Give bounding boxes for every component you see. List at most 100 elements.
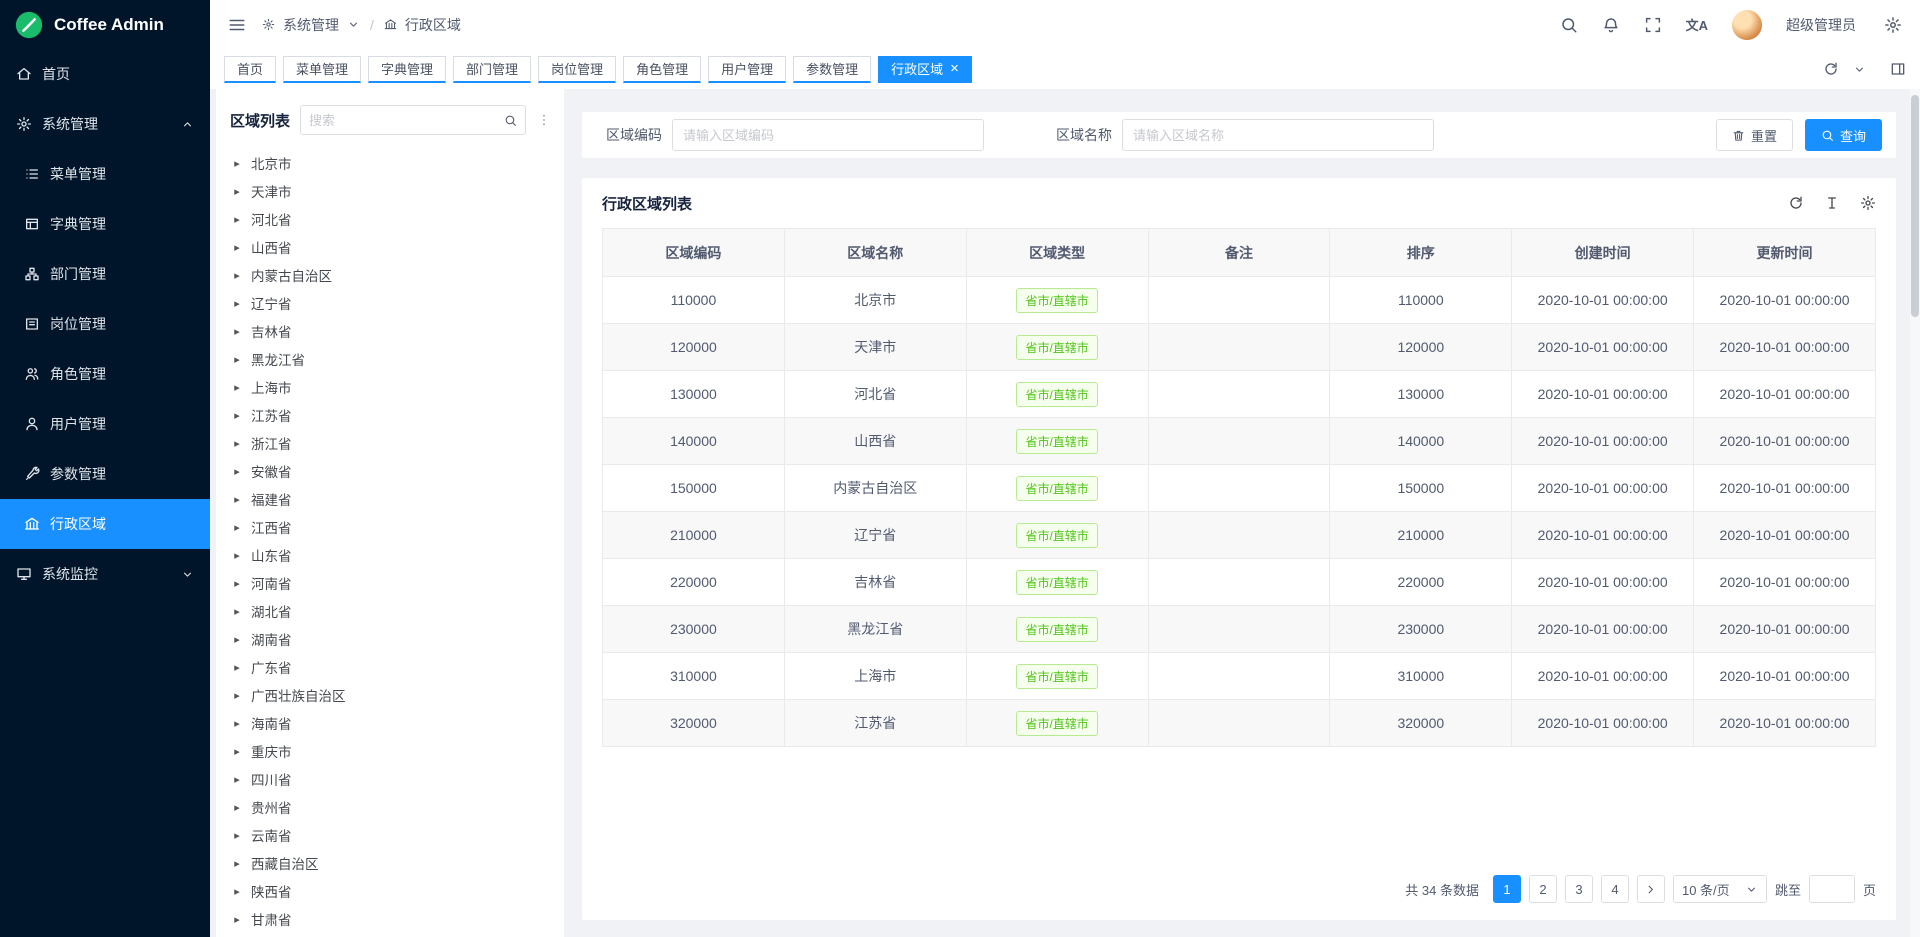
tree-item[interactable]: ▸海南省 — [216, 709, 564, 737]
tree-item[interactable]: ▸广西壮族自治区 — [216, 681, 564, 709]
logo[interactable]: Coffee Admin — [0, 0, 210, 49]
caret-right-icon[interactable]: ▸ — [232, 381, 242, 394]
tree-item[interactable]: ▸浙江省 — [216, 429, 564, 457]
tree-item[interactable]: ▸山东省 — [216, 541, 564, 569]
tab-1[interactable]: 菜单管理 — [283, 56, 361, 83]
sidebar-item-2[interactable]: 部门管理 — [0, 249, 210, 299]
tree-item[interactable]: ▸甘肃省 — [216, 905, 564, 933]
tree-item[interactable]: ▸湖南省 — [216, 625, 564, 653]
caret-right-icon[interactable]: ▸ — [232, 409, 242, 422]
breadcrumb-level1[interactable]: 系统管理 — [283, 15, 339, 35]
sidebar-item-home[interactable]: 首页 — [0, 49, 210, 99]
caret-right-icon[interactable]: ▸ — [232, 745, 242, 758]
tab-0[interactable]: 首页 — [224, 56, 276, 83]
text-size-icon[interactable] — [1824, 195, 1840, 211]
username[interactable]: 超级管理员 — [1786, 15, 1856, 35]
search-icon[interactable] — [1560, 16, 1578, 34]
sidebar-item-1[interactable]: 字典管理 — [0, 199, 210, 249]
sidebar-item-0[interactable]: 菜单管理 — [0, 149, 210, 199]
tree-item[interactable]: ▸吉林省 — [216, 317, 564, 345]
tree-item[interactable]: ▸北京市 — [216, 149, 564, 177]
fullscreen-icon[interactable] — [1644, 16, 1662, 34]
tree-item[interactable]: ▸广东省 — [216, 653, 564, 681]
sidebar-group-system[interactable]: 系统管理 — [0, 99, 210, 149]
caret-right-icon[interactable]: ▸ — [232, 605, 242, 618]
region-code-input[interactable] — [672, 119, 984, 151]
caret-right-icon[interactable]: ▸ — [232, 269, 242, 282]
caret-right-icon[interactable]: ▸ — [232, 885, 242, 898]
page-button-2[interactable]: 2 — [1529, 875, 1557, 903]
caret-right-icon[interactable]: ▸ — [232, 297, 242, 310]
page-button-4[interactable]: 4 — [1601, 875, 1629, 903]
sidebar-item-6[interactable]: 参数管理 — [0, 449, 210, 499]
sidebar-group-monitor[interactable]: 系统监控 — [0, 549, 210, 599]
jump-page-input[interactable] — [1809, 875, 1855, 903]
tab-4[interactable]: 岗位管理 — [538, 56, 616, 83]
tree-item[interactable]: ▸江苏省 — [216, 401, 564, 429]
caret-right-icon[interactable]: ▸ — [232, 213, 242, 226]
tree-item[interactable]: ▸青海省 — [216, 933, 564, 937]
tree-item[interactable]: ▸云南省 — [216, 821, 564, 849]
tab-3[interactable]: 部门管理 — [453, 56, 531, 83]
tab-6[interactable]: 用户管理 — [708, 56, 786, 83]
caret-right-icon[interactable]: ▸ — [232, 325, 242, 338]
tab-actions-chevron-icon[interactable] — [1853, 63, 1866, 76]
tree-item[interactable]: ▸西藏自治区 — [216, 849, 564, 877]
vertical-scrollbar[interactable] — [1910, 89, 1920, 937]
tree-item[interactable]: ▸上海市 — [216, 373, 564, 401]
tab-7[interactable]: 参数管理 — [793, 56, 871, 83]
caret-right-icon[interactable]: ▸ — [232, 689, 242, 702]
tree-item[interactable]: ▸江西省 — [216, 513, 564, 541]
caret-right-icon[interactable]: ▸ — [232, 157, 242, 170]
sidebar-item-4[interactable]: 角色管理 — [0, 349, 210, 399]
tree-item[interactable]: ▸内蒙古自治区 — [216, 261, 564, 289]
caret-right-icon[interactable]: ▸ — [232, 829, 242, 842]
tree-item[interactable]: ▸湖北省 — [216, 597, 564, 625]
sidebar-item-7[interactable]: 行政区域 — [0, 499, 210, 549]
tree-item[interactable]: ▸四川省 — [216, 765, 564, 793]
tree-item[interactable]: ▸安徽省 — [216, 457, 564, 485]
caret-right-icon[interactable]: ▸ — [232, 437, 242, 450]
search-icon[interactable] — [504, 114, 517, 127]
search-button[interactable]: 查询 — [1805, 119, 1882, 151]
tree-item[interactable]: ▸山西省 — [216, 233, 564, 261]
page-button-3[interactable]: 3 — [1565, 875, 1593, 903]
translate-icon[interactable]: 文A — [1686, 15, 1708, 34]
column-settings-icon[interactable] — [1860, 195, 1876, 211]
tree-item[interactable]: ▸河北省 — [216, 205, 564, 233]
region-name-input[interactable] — [1122, 119, 1434, 151]
caret-right-icon[interactable]: ▸ — [232, 857, 242, 870]
refresh-table-icon[interactable] — [1788, 195, 1804, 211]
tree-item[interactable]: ▸重庆市 — [216, 737, 564, 765]
toggle-panel-icon[interactable] — [1890, 61, 1906, 77]
caret-right-icon[interactable]: ▸ — [232, 773, 242, 786]
caret-right-icon[interactable]: ▸ — [232, 661, 242, 674]
caret-right-icon[interactable]: ▸ — [232, 913, 242, 926]
notification-bell-icon[interactable] — [1602, 16, 1620, 34]
tree-item[interactable]: ▸陕西省 — [216, 877, 564, 905]
scrollbar-thumb[interactable] — [1911, 95, 1919, 317]
more-options-icon[interactable] — [536, 112, 552, 128]
caret-right-icon[interactable]: ▸ — [232, 717, 242, 730]
refresh-tabs-icon[interactable] — [1823, 61, 1839, 77]
page-size-select[interactable]: 10 条/页 — [1673, 875, 1767, 903]
caret-right-icon[interactable]: ▸ — [232, 577, 242, 590]
settings-gear-icon[interactable] — [1884, 16, 1902, 34]
caret-right-icon[interactable]: ▸ — [232, 353, 242, 366]
page-button-1[interactable]: 1 — [1493, 875, 1521, 903]
tree-item[interactable]: ▸贵州省 — [216, 793, 564, 821]
close-icon[interactable]: × — [950, 61, 959, 76]
reset-button[interactable]: 重置 — [1716, 119, 1793, 151]
caret-right-icon[interactable]: ▸ — [232, 185, 242, 198]
tree-item[interactable]: ▸黑龙江省 — [216, 345, 564, 373]
collapse-sidebar-icon[interactable] — [228, 16, 246, 34]
tree-item[interactable]: ▸福建省 — [216, 485, 564, 513]
caret-right-icon[interactable]: ▸ — [232, 493, 242, 506]
next-page-button[interactable] — [1637, 875, 1665, 903]
caret-right-icon[interactable]: ▸ — [232, 521, 242, 534]
caret-right-icon[interactable]: ▸ — [232, 549, 242, 562]
sidebar-item-3[interactable]: 岗位管理 — [0, 299, 210, 349]
caret-right-icon[interactable]: ▸ — [232, 241, 242, 254]
caret-right-icon[interactable]: ▸ — [232, 465, 242, 478]
caret-right-icon[interactable]: ▸ — [232, 801, 242, 814]
